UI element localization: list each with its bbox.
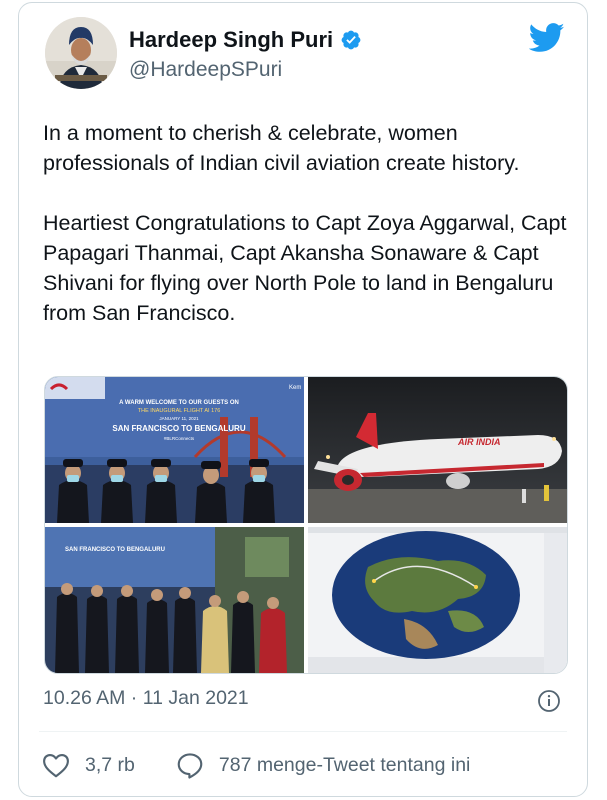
tweet-paragraph-1: In a moment to cherish & celebrate, wome…	[43, 121, 520, 175]
quote-tweets-button[interactable]: 787 menge-Tweet tentang ini	[175, 750, 471, 780]
photo-group-image: SAN FRANCISCO TO BENGALURU	[45, 527, 304, 673]
avatar-photo	[45, 17, 117, 89]
speech-bubble-icon	[177, 753, 203, 779]
author-handle[interactable]: @HardeepSPuri	[129, 58, 282, 82]
avatar[interactable]	[45, 17, 117, 89]
photo-pilots-banner-image: A WARM WELCOME TO OUR GUESTS ON THE INAU…	[45, 377, 304, 523]
media-grid: A WARM WELCOME TO OUR GUESTS ON THE INAU…	[44, 376, 568, 674]
tweet-card: Hardeep Singh Puri @HardeepSPuri In a mo…	[18, 2, 588, 797]
banner-date: JANUARY 11, 2021	[159, 416, 199, 421]
twitter-bird-icon[interactable]	[529, 22, 565, 54]
tweet-text: In a moment to cherish & celebrate, wome…	[43, 118, 575, 328]
like-button[interactable]: 3,7 rb	[41, 750, 135, 780]
verified-badge-icon	[341, 30, 361, 50]
photo-flight-map-image	[308, 527, 567, 673]
photo-airplane-image: AIR INDIA	[308, 377, 567, 523]
photo-group[interactable]: SAN FRANCISCO TO BENGALURU	[45, 527, 304, 673]
photo-flight-map[interactable]	[308, 527, 567, 673]
banner-line-2: THE INAUGURAL FLIGHT AI 176	[138, 408, 221, 414]
tweet-actions: 3,7 rb 787 menge-Tweet tentang ini	[41, 750, 470, 780]
banner-route: SAN FRANCISCO TO BENGALURU	[112, 424, 245, 433]
author-name-row[interactable]: Hardeep Singh Puri	[129, 27, 362, 53]
banner-hashtag: #BLRConnects	[164, 436, 195, 441]
divider	[39, 731, 567, 732]
tweet-timestamp[interactable]: 10.26 AM · 11 Jan 2021	[43, 687, 249, 710]
banner-line-1: A WARM WELCOME TO OUR GUESTS ON	[119, 400, 239, 406]
heart-icon	[43, 753, 69, 778]
author-name[interactable]: Hardeep Singh Puri	[129, 27, 333, 53]
tweet-paragraph-2: Heartiest Congratulations to Capt Zoya A…	[43, 211, 567, 325]
likes-count: 3,7 rb	[85, 753, 135, 776]
airline-text: AIR INDIA	[457, 437, 501, 447]
photo-airplane[interactable]: AIR INDIA	[308, 377, 567, 523]
quote-tweets-label: 787 menge-Tweet tentang ini	[218, 753, 471, 776]
banner-corner-text: Kem	[289, 385, 301, 391]
photo-pilots-banner[interactable]: A WARM WELCOME TO OUR GUESTS ON THE INAU…	[45, 377, 304, 523]
group-banner-route: SAN FRANCISCO TO BENGALURU	[65, 547, 165, 553]
info-icon[interactable]	[537, 689, 561, 713]
